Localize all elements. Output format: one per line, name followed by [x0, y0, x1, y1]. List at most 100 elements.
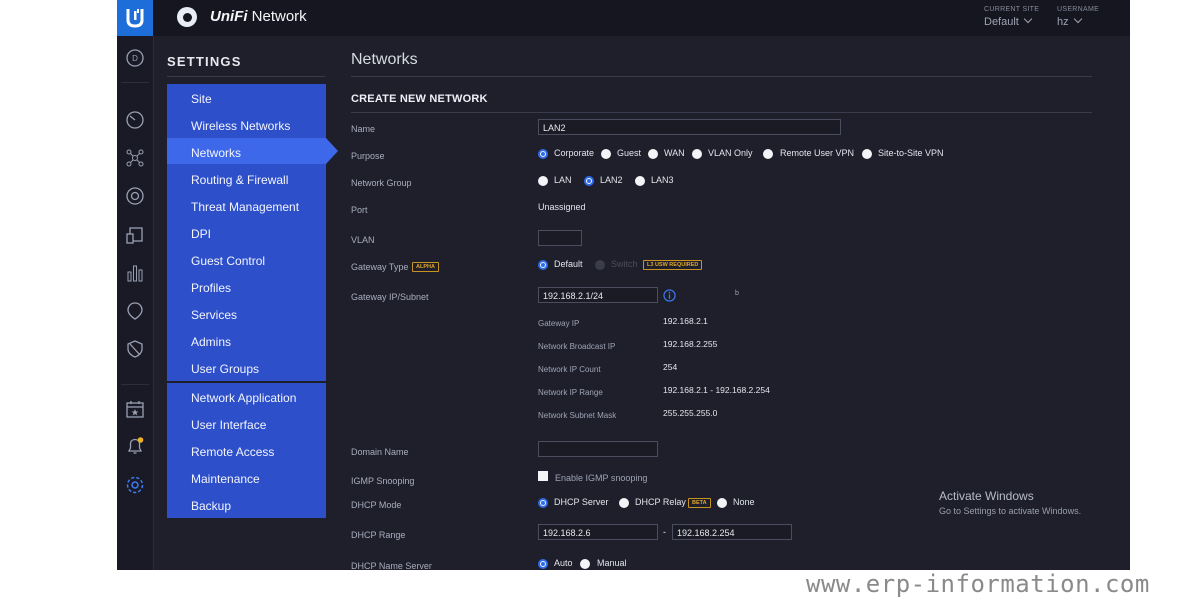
purpose-option-corporate: Corporate	[554, 148, 595, 158]
dhcp-range-start-input[interactable]: 192.168.2.6	[538, 524, 658, 540]
dhcp-name-server-radio-auto[interactable]	[538, 559, 548, 569]
insights-icon[interactable]	[125, 263, 145, 283]
dashboard-icon[interactable]: D	[125, 48, 145, 68]
purpose-radio-corporate[interactable]	[538, 149, 548, 159]
page-title: Networks	[351, 51, 418, 68]
dhcp-mode-radio-relay[interactable]	[619, 498, 629, 508]
statistics-icon[interactable]	[125, 110, 145, 130]
vlan-input[interactable]	[538, 230, 582, 246]
port-value: Unassigned	[538, 202, 586, 212]
l3-usw-required-badge: L3 USW REQUIRED	[643, 260, 703, 270]
dhcp-name-server-option-manual: Manual	[597, 558, 627, 568]
name-label: Name	[351, 124, 376, 134]
stray-text: b	[735, 290, 739, 297]
settings-icon[interactable]	[125, 475, 145, 495]
beta-badge: BETA	[688, 498, 711, 508]
network-app-icon	[177, 7, 197, 27]
dhcp-mode-radio-server[interactable]	[538, 498, 548, 508]
gateway-ip-info-label: Gateway IP	[538, 319, 580, 328]
dhcp-name-server-radio-manual[interactable]	[580, 559, 590, 569]
section-divider	[351, 112, 1092, 113]
shield-icon[interactable]	[125, 339, 145, 359]
purpose-radio-site-to-site-vpn[interactable]	[862, 149, 872, 159]
alerts-icon[interactable]	[125, 436, 145, 456]
ip-range-label: Network IP Range	[538, 388, 603, 397]
domain-name-label: Domain Name	[351, 447, 409, 457]
purpose-label: Purpose	[351, 151, 385, 161]
settings-nav-user-interface[interactable]: User Interface	[191, 418, 266, 432]
settings-nav-dpi[interactable]: DPI	[191, 227, 211, 241]
purpose-radio-vlan-only[interactable]	[692, 149, 702, 159]
settings-title: SETTINGS	[167, 54, 242, 69]
settings-nav-services[interactable]: Services	[191, 308, 237, 322]
svg-text:D: D	[132, 54, 138, 63]
section-title: CREATE NEW NETWORK	[351, 93, 488, 105]
purpose-radio-guest[interactable]	[601, 149, 611, 159]
settings-nav-maintenance[interactable]: Maintenance	[191, 472, 260, 486]
settings-nav-admins[interactable]: Admins	[191, 335, 231, 349]
title-divider	[351, 76, 1092, 77]
devices-icon[interactable]	[125, 186, 145, 206]
settings-nav-site[interactable]: Site	[191, 92, 212, 106]
ip-count-label: Network IP Count	[538, 365, 601, 374]
dhcp-name-server-label: DHCP Name Server	[351, 561, 432, 570]
current-site-label: CURRENT SITE	[984, 6, 1040, 13]
user-menu[interactable]: hz	[1057, 14, 1082, 28]
top-bar: UniFi Network CURRENT SITE Default USERN…	[117, 0, 1130, 36]
topology-icon[interactable]	[125, 148, 145, 168]
purpose-option-wan: WAN	[664, 148, 685, 158]
purpose-radio-wan[interactable]	[648, 149, 658, 159]
settings-nav-wireless-networks[interactable]: Wireless Networks	[191, 119, 290, 133]
network-group-radio-lan[interactable]	[538, 176, 548, 186]
subnet-mask-label: Network Subnet Mask	[538, 411, 617, 420]
dhcp-mode-option-none: None	[733, 497, 755, 507]
gateway-ip-subnet-input[interactable]: 192.168.2.1/24	[538, 287, 658, 303]
network-group-radio-lan3[interactable]	[635, 176, 645, 186]
settings-nav-user-groups[interactable]: User Groups	[191, 362, 259, 376]
map-icon[interactable]	[125, 301, 145, 321]
rail-divider	[121, 384, 149, 385]
network-group-option-lan2: LAN2	[600, 175, 623, 185]
chevron-down-icon	[1073, 14, 1082, 24]
purpose-radio-remote-user-vpn[interactable]	[763, 149, 773, 159]
dhcp-range-end-input[interactable]: 192.168.2.254	[672, 524, 792, 540]
events-icon[interactable]	[125, 399, 145, 419]
purpose-option-vlan-only: VLAN Only	[708, 148, 753, 158]
igmp-snooping-checkbox[interactable]	[538, 471, 548, 481]
activate-windows-title: Activate Windows	[939, 489, 1034, 503]
clients-icon[interactable]	[125, 225, 145, 245]
gateway-type-radio-default[interactable]	[538, 260, 548, 270]
domain-name-input[interactable]	[538, 441, 658, 457]
alpha-badge: ALPHA	[412, 262, 439, 272]
gateway-type-option-default: Default	[554, 259, 583, 269]
settings-nav-networks[interactable]: Networks	[191, 146, 241, 160]
dhcp-mode-option-server: DHCP Server	[554, 497, 609, 507]
gateway-ip-info-value: 192.168.2.1	[663, 316, 708, 326]
info-icon[interactable]	[663, 289, 676, 302]
settings-nav-guest-control[interactable]: Guest Control	[191, 254, 265, 268]
settings-nav-routing-firewall[interactable]: Routing & Firewall	[191, 173, 288, 187]
settings-nav-remote-access[interactable]: Remote Access	[191, 445, 274, 459]
site-selector[interactable]: Default	[984, 14, 1033, 28]
settings-divider	[167, 76, 325, 77]
gateway-type-radio-switch[interactable]	[595, 260, 605, 270]
unifi-logo-button[interactable]	[117, 0, 153, 36]
activate-windows-subtitle: Go to Settings to activate Windows.	[939, 506, 1082, 516]
dhcp-mode-option-relay: DHCP Relay	[635, 497, 686, 507]
network-group-option-lan3: LAN3	[651, 175, 674, 185]
network-group-radio-lan2[interactable]	[584, 176, 594, 186]
left-rail: D	[117, 36, 154, 570]
settings-nav-threat-management[interactable]: Threat Management	[191, 200, 299, 214]
rail-divider	[121, 82, 149, 83]
vlan-label: VLAN	[351, 235, 375, 245]
network-group-label: Network Group	[351, 178, 412, 188]
name-input[interactable]: LAN2	[538, 119, 841, 135]
settings-nav-network-application[interactable]: Network Application	[191, 391, 296, 405]
dhcp-range-label: DHCP Range	[351, 530, 406, 540]
settings-nav-backup[interactable]: Backup	[191, 499, 231, 513]
dhcp-mode-label: DHCP Mode	[351, 500, 402, 510]
dhcp-range-separator: -	[663, 527, 666, 537]
settings-nav-profiles[interactable]: Profiles	[191, 281, 231, 295]
network-group-option-lan: LAN	[554, 175, 572, 185]
dhcp-mode-radio-none[interactable]	[717, 498, 727, 508]
